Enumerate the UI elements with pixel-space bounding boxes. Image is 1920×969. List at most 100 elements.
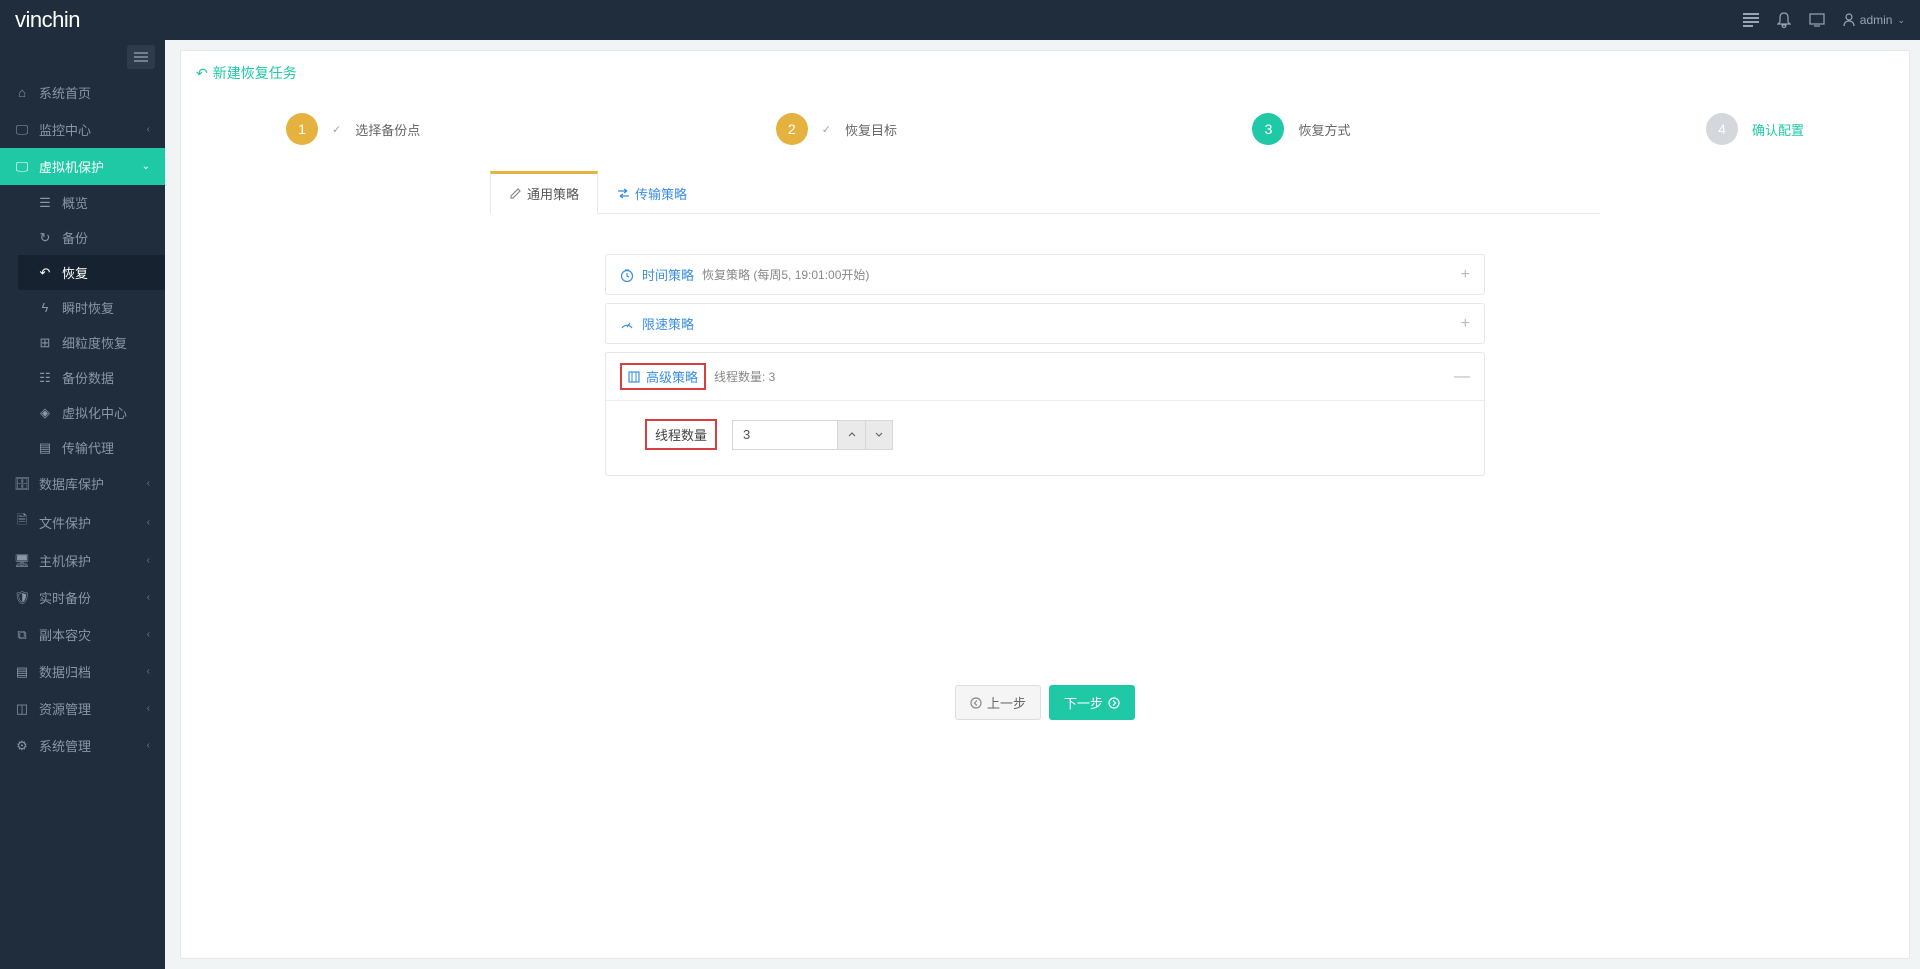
user-menu[interactable]: admin ⌄	[1843, 13, 1905, 27]
wizard-footer: 上一步 下一步	[955, 670, 1135, 740]
accordion-time-strategy: 时间策略 恢复策略 (每周5, 19:01:00开始) +	[605, 254, 1485, 295]
nav-db-protection[interactable]: 🗄数据库保护 ‹	[0, 465, 165, 502]
nav-label: 虚拟机保护	[39, 157, 104, 176]
thread-count-label: 线程数量	[645, 419, 717, 450]
nav-file-protection[interactable]: 🗎文件保护 ‹	[0, 502, 165, 542]
accordion-header[interactable]: 时间策略 恢复策略 (每周5, 19:01:00开始) +	[606, 255, 1484, 294]
nav-monitor[interactable]: 🖵监控中心 ‹	[0, 111, 165, 148]
chevron-left-icon: ‹	[147, 124, 150, 135]
sidebar-toggle-button[interactable]	[127, 45, 155, 69]
chevron-left-icon: ‹	[147, 703, 150, 714]
step-4: 4 确认配置	[1706, 113, 1804, 145]
step-number: 1	[286, 113, 318, 145]
nav-realtime-backup[interactable]: 🛡 实时备份 ‹	[0, 579, 165, 616]
accordion-header[interactable]: 高级策略 线程数量: 3 —	[606, 353, 1484, 400]
edit-icon	[509, 187, 522, 200]
panel: ↶ 新建恢复任务 1 ✓ 选择备份点 2 ✓ 恢复目标 3 恢复方式 4 确认配…	[180, 50, 1910, 959]
nav-host-protection[interactable]: 🖥主机保护 ‹	[0, 542, 165, 579]
app-header: vinchin admin ⌄	[0, 0, 1920, 40]
spinner-down-button[interactable]	[865, 420, 893, 450]
nav-system[interactable]: ⚙系统管理 ‹	[0, 727, 165, 764]
subnav-granular-restore[interactable]: ⊞细粒度恢复	[18, 325, 165, 360]
nav-archive[interactable]: ▤数据归档 ‹	[0, 653, 165, 690]
chevron-left-icon: ‹	[147, 592, 150, 603]
home-icon: ⌂	[15, 85, 29, 100]
user-icon	[1843, 13, 1855, 27]
chevron-left-icon: ‹	[147, 478, 150, 489]
accordion-body: 线程数量	[606, 400, 1484, 475]
subnav-proxy[interactable]: ▤传输代理	[18, 430, 165, 465]
db-icon: 🗄	[15, 476, 29, 492]
virt-icon: ◈	[38, 405, 52, 421]
step-label: 恢复目标	[845, 120, 897, 139]
tab-general[interactable]: 通用策略	[490, 171, 598, 214]
list-icon: ☰	[38, 195, 52, 211]
step-number: 2	[776, 113, 808, 145]
next-button[interactable]: 下一步	[1049, 685, 1135, 720]
accordion-header[interactable]: 限速策略 +	[606, 304, 1484, 343]
tab-label: 通用策略	[527, 184, 579, 203]
accordion-subtitle: 恢复策略 (每周5, 19:01:00开始)	[702, 266, 869, 283]
subnav-overview[interactable]: ☰ 概览	[18, 185, 165, 220]
nav-vm-protection[interactable]: 🖵 虚拟机保护 ⌄	[0, 148, 165, 185]
nav-label: 备份	[62, 228, 88, 247]
subnav-backup[interactable]: ↻备份	[18, 220, 165, 255]
archive-icon: ▤	[15, 664, 29, 680]
button-label: 上一步	[987, 693, 1026, 712]
nav-label: 细粒度恢复	[62, 333, 127, 352]
step-number: 4	[1706, 113, 1738, 145]
main-content: ↶ 新建恢复任务 1 ✓ 选择备份点 2 ✓ 恢复目标 3 恢复方式 4 确认配…	[165, 40, 1920, 969]
subnav-backup-data[interactable]: ☷备份数据	[18, 360, 165, 395]
nav-replica-dr[interactable]: ⧉副本容灾 ‹	[0, 616, 165, 653]
nav-label: 系统管理	[39, 736, 91, 755]
chevron-down-icon: ⌄	[142, 161, 150, 172]
back-icon: ↶	[196, 65, 208, 82]
subnav-instant-restore[interactable]: ϟ瞬时恢复	[18, 290, 165, 325]
job-list-icon[interactable]	[1743, 13, 1759, 27]
user-name: admin	[1860, 13, 1893, 27]
advanced-icon	[628, 371, 640, 383]
screen-icon[interactable]	[1809, 13, 1825, 27]
button-label: 下一步	[1064, 693, 1103, 712]
restore-icon: ↶	[38, 265, 52, 281]
expand-icon: +	[1461, 315, 1470, 333]
step-1: 1 ✓ 选择备份点	[286, 113, 420, 145]
tab-transfer[interactable]: 传输策略	[598, 171, 706, 214]
next-icon	[1108, 697, 1120, 709]
sidebar-toggle-wrap	[0, 40, 165, 74]
subnav-virt-center[interactable]: ◈虚拟化中心	[18, 395, 165, 430]
shield-icon: 🛡	[15, 590, 29, 606]
subnav-restore[interactable]: ↶恢复	[18, 255, 165, 290]
check-icon: ✓	[332, 123, 341, 136]
tab-label: 传输策略	[635, 184, 687, 203]
thread-count-input[interactable]	[732, 420, 837, 450]
spinner-up-button[interactable]	[837, 420, 865, 450]
flash-icon: ϟ	[38, 300, 52, 315]
chevron-left-icon: ‹	[147, 740, 150, 751]
nav-label: 实时备份	[39, 588, 91, 607]
gauge-icon	[620, 317, 634, 331]
bell-icon[interactable]	[1777, 12, 1791, 28]
nav-label: 主机保护	[39, 551, 91, 570]
page-title: ↶ 新建恢复任务	[196, 63, 1894, 95]
proxy-icon: ▤	[38, 440, 52, 456]
expand-icon: +	[1461, 266, 1470, 284]
file-icon: 🗎	[15, 511, 29, 533]
wizard-steps: 1 ✓ 选择备份点 2 ✓ 恢复目标 3 恢复方式 4 确认配置	[196, 95, 1894, 170]
step-label: 选择备份点	[355, 120, 420, 139]
tabs: 通用策略 传输策略	[490, 170, 1600, 214]
accordion-title: 时间策略	[642, 265, 694, 284]
collapse-icon: —	[1454, 368, 1470, 386]
chevron-up-icon	[848, 432, 856, 437]
transfer-icon	[617, 188, 630, 199]
prev-button[interactable]: 上一步	[955, 685, 1041, 720]
nav-resource[interactable]: ◫资源管理 ‹	[0, 690, 165, 727]
accordion-title: 限速策略	[642, 314, 694, 333]
step-label: 确认配置	[1752, 120, 1804, 139]
nav-home[interactable]: ⌂系统首页	[0, 74, 165, 111]
step-3: 3 恢复方式	[1252, 113, 1350, 145]
step-2: 2 ✓ 恢复目标	[776, 113, 897, 145]
monitor-icon: 🖵	[15, 159, 29, 175]
logo: vinchin	[15, 7, 80, 33]
nav-label: 概览	[62, 193, 88, 212]
